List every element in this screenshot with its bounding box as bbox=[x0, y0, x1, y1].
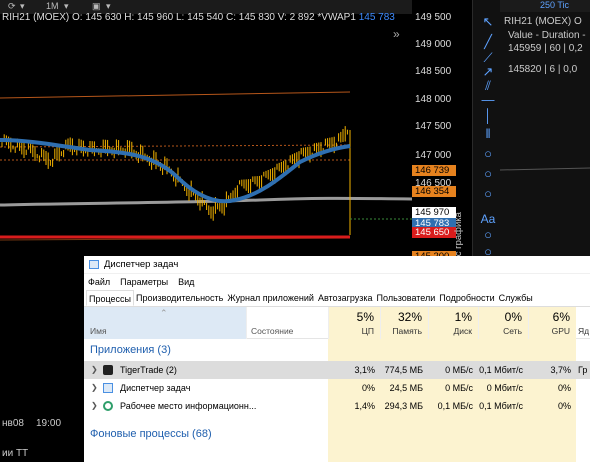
tape-row: 145959 | 60 | 0,2 bbox=[508, 43, 583, 54]
vertical-line-icon[interactable]: │ bbox=[479, 108, 497, 124]
chevron-right-icon[interactable]: ❯ bbox=[91, 397, 98, 415]
tab-users[interactable]: Пользователи bbox=[375, 290, 438, 306]
gpu-engine-value: Гр bbox=[578, 365, 588, 375]
column-header-gpu[interactable]: 6% GPU bbox=[528, 307, 576, 339]
parallel-lines-icon[interactable]: ‖ bbox=[479, 126, 497, 142]
price-tag: 145 970 bbox=[412, 207, 456, 218]
task-manager-titlebar[interactable]: Диспетчер задач bbox=[84, 256, 590, 274]
horizontal-line-icon[interactable]: ― bbox=[479, 92, 497, 108]
price-tag: 145 650 bbox=[412, 227, 456, 238]
workplace-app-icon bbox=[103, 401, 113, 411]
price-tick: 149 000 bbox=[415, 39, 452, 50]
tab-startup[interactable]: Автозагрузка bbox=[316, 290, 375, 306]
column-header-row: ⌃ Имя Состояние 5% ЦП 32% Память 1% Диск… bbox=[84, 307, 590, 339]
price-tag: 146 354 bbox=[412, 186, 456, 197]
circle-icon[interactable]: ○ bbox=[479, 166, 497, 182]
tape-ticks-label: 250 Tic bbox=[540, 0, 570, 10]
disk-value: 0 МБ/с bbox=[445, 365, 473, 375]
tab-performance[interactable]: Производительность bbox=[134, 290, 225, 306]
menu-options[interactable]: Параметры bbox=[120, 274, 168, 290]
tape-title: RIH21 (MOEX) O bbox=[504, 16, 582, 27]
circle-icon[interactable]: ○ bbox=[479, 186, 497, 202]
price-tick: 149 500 bbox=[415, 12, 452, 23]
gpu-value: 0% bbox=[557, 383, 571, 393]
memory-value: 24,5 МБ bbox=[389, 383, 423, 393]
window-title: Диспетчер задач bbox=[104, 259, 179, 270]
menu-file[interactable]: Файл bbox=[88, 274, 110, 290]
column-header-memory[interactable]: 32% Память bbox=[380, 307, 428, 339]
network-value: 0,1 Мбит/с bbox=[479, 401, 523, 411]
tab-bar: Процессы Производительность Журнал прило… bbox=[84, 290, 590, 307]
price-tick: 147 500 bbox=[415, 121, 452, 132]
text-tool-icon[interactable]: Aa bbox=[479, 211, 497, 227]
column-header-network[interactable]: 0% Сеть bbox=[478, 307, 528, 339]
price-tick: 147 000 bbox=[415, 150, 452, 161]
tab-app-history[interactable]: Журнал приложений bbox=[225, 290, 316, 306]
cpu-value: 0% bbox=[361, 383, 375, 393]
tigertrade-icon bbox=[103, 365, 113, 375]
bottom-label: ии ТТ bbox=[2, 448, 29, 459]
task-manager-icon bbox=[89, 260, 99, 269]
process-name: Рабочее место информационн... bbox=[120, 401, 257, 411]
cpu-value: 1,4% bbox=[354, 401, 375, 411]
menu-view[interactable]: Вид bbox=[178, 274, 194, 290]
menu-bar: Файл Параметры Вид bbox=[84, 274, 590, 290]
date-label: нв08 bbox=[2, 418, 24, 429]
disk-value: 0,1 МБ/с bbox=[437, 401, 473, 411]
tape-chart bbox=[500, 167, 590, 171]
memory-value: 774,5 МБ bbox=[384, 365, 423, 375]
gpu-value: 0% bbox=[557, 401, 571, 411]
memory-value: 294,3 МБ bbox=[384, 401, 423, 411]
tape-row: 145820 | 6 | 0,0 bbox=[508, 64, 578, 75]
time-label: 19:00 bbox=[36, 418, 62, 429]
upper-band-line bbox=[0, 91, 351, 99]
column-header-gpu-engine[interactable]: Яд bbox=[576, 307, 590, 339]
chevron-right-icon[interactable]: ❯ bbox=[91, 379, 98, 397]
table-row[interactable]: ❯ TigerTrade (2) 3,1% 774,5 МБ 0 МБ/с 0,… bbox=[84, 361, 590, 379]
cursor-icon[interactable]: ↖ bbox=[479, 14, 497, 30]
disk-value: 0 МБ/с bbox=[445, 383, 473, 393]
process-list: Приложения (3) ❯ TigerTrade (2) 3,1% 774… bbox=[84, 339, 590, 462]
table-row[interactable]: ❯ Диспетчер задач 0% 24,5 МБ 0 МБ/с 0 Мб… bbox=[84, 379, 590, 397]
cpu-value: 3,1% bbox=[354, 365, 375, 375]
price-tick: 148 000 bbox=[415, 94, 452, 105]
tab-details[interactable]: Подробности bbox=[437, 290, 496, 306]
price-tag: 146 739 bbox=[412, 165, 456, 176]
process-name: TigerTrade (2) bbox=[120, 365, 177, 375]
tab-processes[interactable]: Процессы bbox=[86, 290, 135, 306]
vwap-line bbox=[0, 138, 351, 204]
price-tick: 148 500 bbox=[415, 66, 452, 77]
chevron-right-icon[interactable]: ❯ bbox=[91, 361, 98, 379]
candles-group bbox=[1, 126, 351, 235]
network-value: 0 Мбит/с bbox=[486, 383, 523, 393]
group-apps[interactable]: Приложения (3) bbox=[84, 339, 590, 361]
column-header-name[interactable]: ⌃ Имя bbox=[84, 307, 246, 339]
sort-asc-icon: ⌃ bbox=[160, 308, 168, 318]
network-value: 0,1 Мбит/с bbox=[479, 365, 523, 375]
tab-services[interactable]: Службы bbox=[497, 290, 535, 306]
ray-line-icon[interactable]: ╱ bbox=[479, 34, 497, 50]
gpu-value: 3,7% bbox=[550, 365, 571, 375]
circle-icon[interactable]: ○ bbox=[479, 227, 497, 243]
table-row[interactable]: ❯ Рабочее место информационн... 1,4% 294… bbox=[84, 397, 590, 415]
process-name: Диспетчер задач bbox=[120, 383, 191, 393]
circle-icon[interactable]: ○ bbox=[479, 146, 497, 162]
task-manager-icon bbox=[103, 383, 113, 393]
tape-header: Value - Duration - bbox=[508, 30, 586, 41]
column-header-disk[interactable]: 1% Диск bbox=[428, 307, 478, 339]
column-header-cpu[interactable]: 5% ЦП bbox=[328, 307, 380, 339]
task-manager-window[interactable]: Диспетчер задач Файл Параметры Вид Проце… bbox=[84, 256, 590, 462]
group-background[interactable]: Фоновые процессы (68) bbox=[84, 423, 590, 445]
column-header-state[interactable]: Состояние bbox=[246, 307, 328, 339]
